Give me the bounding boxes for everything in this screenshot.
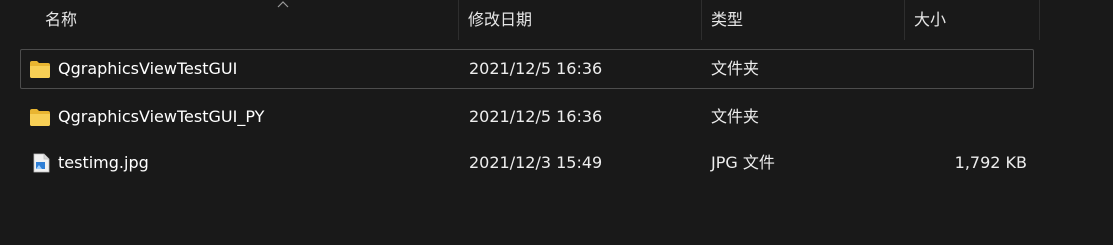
- column-header-type-label: 类型: [711, 10, 744, 29]
- column-header-date[interactable]: 修改日期: [459, 0, 702, 40]
- file-modified-date: 2021/12/5 16:36: [469, 59, 603, 78]
- column-divider[interactable]: [1039, 0, 1040, 40]
- sort-up-chevron-icon: [277, 1, 289, 8]
- file-name: testimg.jpg: [58, 153, 149, 172]
- column-header-size-label: 大小: [914, 10, 947, 29]
- column-header-date-label: 修改日期: [468, 10, 533, 29]
- column-header-bar: 名称 修改日期 类型 大小: [0, 0, 1113, 40]
- column-header-size[interactable]: 大小: [905, 0, 1040, 40]
- file-size: 1,792 KB: [954, 153, 1027, 172]
- file-row[interactable]: QgraphicsViewTestGUI 2021/12/5 16:36 文件夹: [20, 49, 1034, 89]
- file-type: 文件夹: [711, 59, 760, 78]
- file-modified-date: 2021/12/5 16:36: [469, 107, 603, 126]
- file-name: QgraphicsViewTestGUI: [58, 59, 238, 78]
- folder-icon: [30, 61, 50, 78]
- file-type: JPG 文件: [711, 153, 775, 172]
- file-modified-date: 2021/12/3 15:49: [469, 153, 603, 172]
- column-header-type[interactable]: 类型: [702, 0, 905, 40]
- file-row[interactable]: testimg.jpg 2021/12/3 15:49 JPG 文件 1,792…: [20, 143, 1034, 183]
- folder-icon: [30, 109, 50, 126]
- image-file-icon: [33, 153, 50, 173]
- file-row[interactable]: QgraphicsViewTestGUI_PY 2021/12/5 16:36 …: [20, 97, 1034, 137]
- file-list-view: 名称 修改日期 类型 大小 QgraphicsViewTestGUI 2021/…: [0, 0, 1113, 245]
- column-header-name[interactable]: 名称: [36, 0, 459, 40]
- column-header-name-label: 名称: [45, 10, 78, 29]
- file-name: QgraphicsViewTestGUI_PY: [58, 107, 265, 126]
- file-type: 文件夹: [711, 107, 760, 126]
